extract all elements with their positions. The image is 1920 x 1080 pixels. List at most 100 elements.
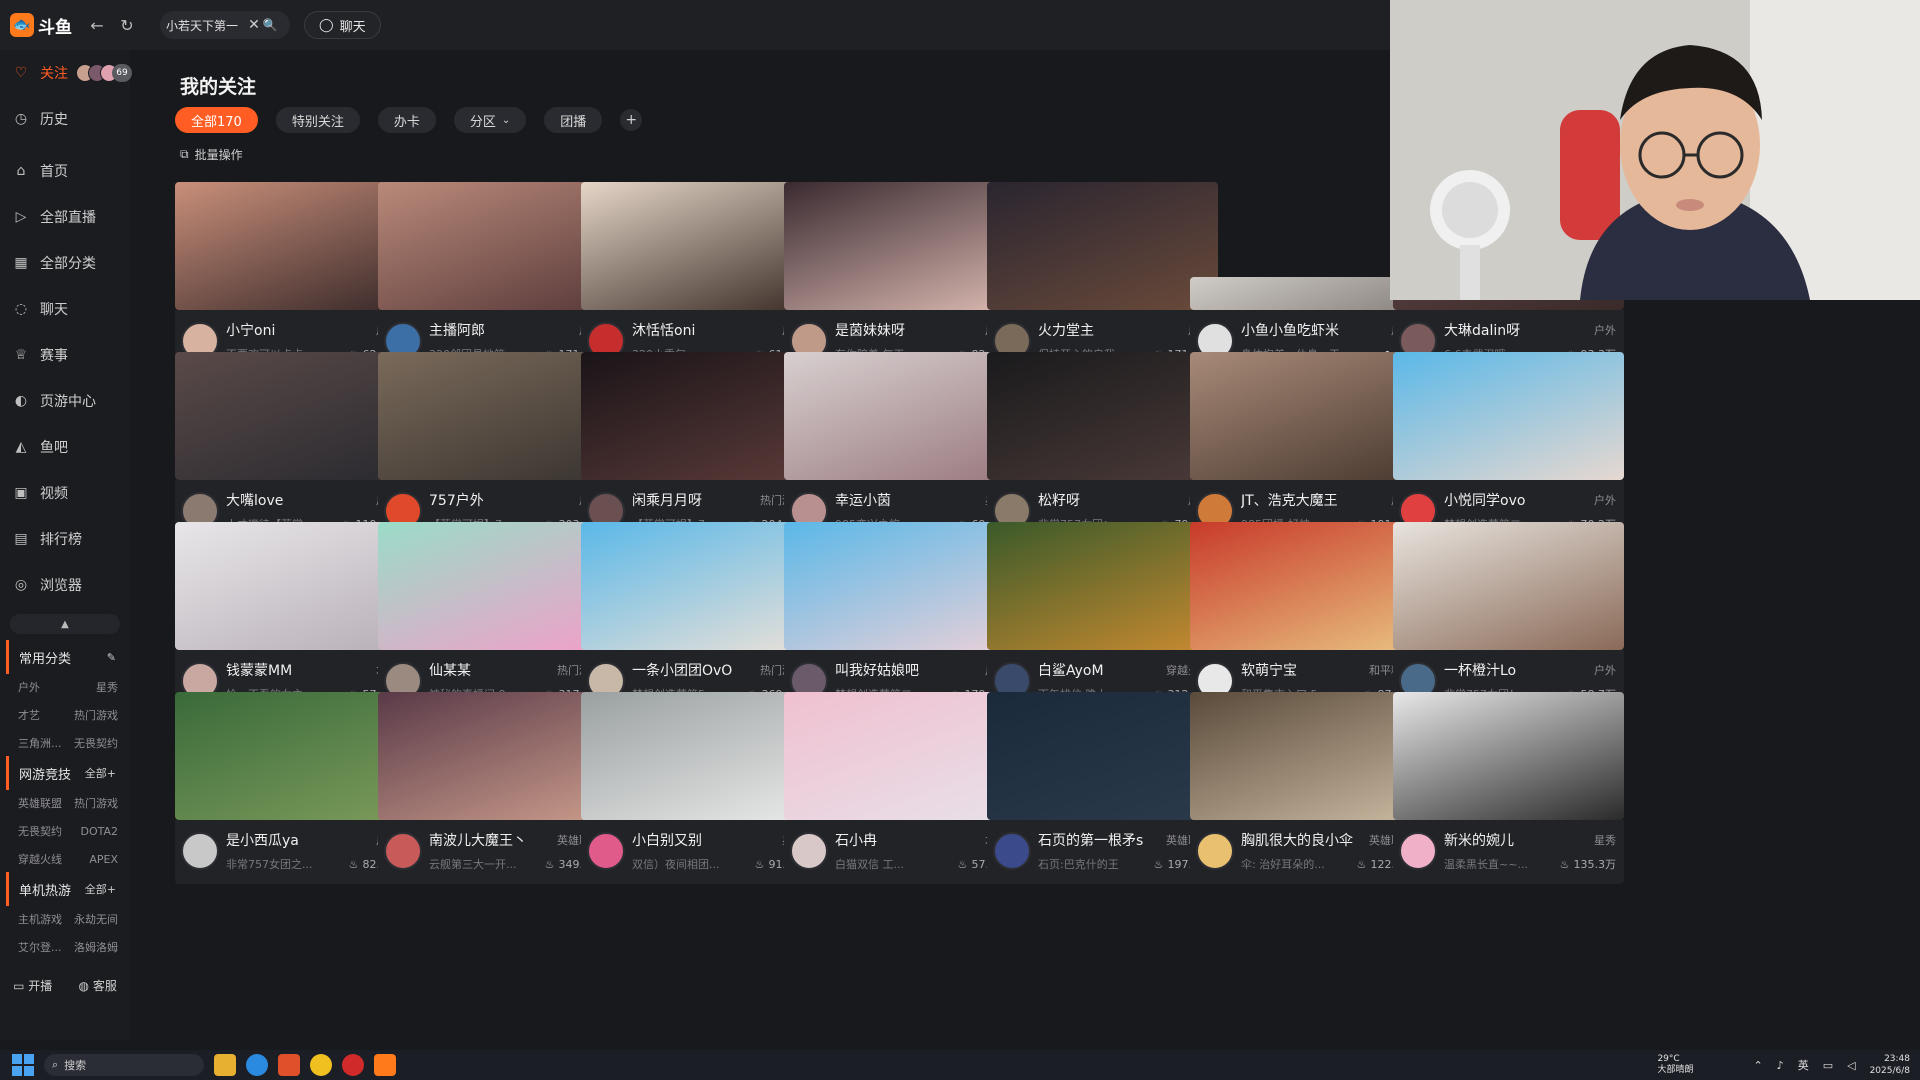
streamer-name[interactable]: 幸运小茵 <box>835 490 955 510</box>
netease-music-icon[interactable] <box>342 1054 364 1076</box>
streamer-name[interactable]: 火力堂主 <box>1038 320 1158 340</box>
app-icon[interactable] <box>278 1054 300 1076</box>
stream-thumbnail[interactable] <box>1190 277 1421 310</box>
stream-thumbnail[interactable] <box>784 692 1015 820</box>
streamer-name[interactable]: JT、浩克大魔王 <box>1241 490 1361 510</box>
stream-card[interactable]: 火力堂主户外保持开心的自我...♨171.0万 <box>987 182 1218 374</box>
category-link[interactable]: 洛姆洛姆 <box>68 934 118 960</box>
stream-thumbnail[interactable] <box>581 352 812 480</box>
batch-operation-button[interactable]: ⧉ 批量操作 <box>180 146 243 163</box>
sidebar-item-follow[interactable]: ♡ 关注 69 <box>0 50 132 96</box>
tab-all[interactable]: 全部170 <box>175 107 258 133</box>
collapse-button[interactable]: ▲ <box>10 614 120 634</box>
edge-browser-icon[interactable] <box>246 1054 268 1076</box>
stream-card[interactable]: 新米的婉儿 星秀 温柔黑长直~~... ♨ 135.3万 <box>1393 692 1624 884</box>
sidebar-item-video[interactable]: ▣ 视频 <box>0 470 130 516</box>
douyu-logo[interactable]: 🐟 斗鱼 <box>10 9 80 41</box>
customer-service-button[interactable]: ◍ 客服 <box>79 977 117 994</box>
category-link[interactable]: 热门游戏 <box>68 702 118 728</box>
avatar[interactable] <box>181 832 219 870</box>
douyu-taskbar-icon[interactable] <box>374 1054 396 1076</box>
streamer-name[interactable]: 胸肌很大的良小伞 <box>1241 830 1361 850</box>
search-icon[interactable]: 🔍 <box>262 18 278 32</box>
stream-thumbnail[interactable] <box>378 522 609 650</box>
category-link[interactable]: 英雄联盟 <box>18 790 68 816</box>
stream-thumbnail[interactable] <box>581 692 812 820</box>
streamer-name[interactable]: 小悦同学ovo <box>1444 490 1564 510</box>
streamer-name[interactable]: 757户外 <box>429 490 549 510</box>
stream-card[interactable]: 南波儿大魔王丶 英雄联盟 云舰第三大一开... ♨ 349.7万 <box>378 692 609 884</box>
stream-thumbnail[interactable] <box>1190 352 1421 480</box>
stream-card[interactable]: 石页的第一根矛s 英雄联盟 石页:巴克什的王 ♨ 197.1万 <box>987 692 1218 884</box>
input-language[interactable]: 英 <box>1798 1057 1809 1073</box>
category-link[interactable]: 三角洲... <box>18 730 68 756</box>
chevron-up-icon[interactable]: ⌃ <box>1753 1059 1762 1072</box>
volume-icon[interactable]: ◁ <box>1847 1059 1855 1072</box>
stream-thumbnail[interactable] <box>784 352 1015 480</box>
category-link[interactable]: 永劫无间 <box>68 906 118 932</box>
streamer-name[interactable]: 石页的第一根矛s <box>1038 830 1158 850</box>
stream-card[interactable]: 是小西瓜ya户外非常757女团之...♨82.9万 <box>175 692 406 884</box>
streamer-name[interactable]: 松籽呀 <box>1038 490 1158 510</box>
category-link[interactable]: 星秀 <box>68 674 118 700</box>
stream-thumbnail[interactable] <box>784 182 1015 310</box>
edit-icon[interactable]: ✎ <box>107 651 116 664</box>
streamer-name[interactable]: 大琳dalin呀 <box>1444 320 1564 340</box>
add-tab-button[interactable]: + <box>620 109 643 131</box>
sidebar-item-history[interactable]: ◷ 历史 <box>0 96 130 142</box>
stream-thumbnail[interactable] <box>1190 522 1421 650</box>
stream-card[interactable]: 松籽呀户外非常757女团：...♨79.3万 <box>987 352 1218 544</box>
windows-start-icon[interactable] <box>12 1054 34 1076</box>
sidebar-item-chat[interactable]: ◌ 聊天 <box>0 286 130 332</box>
category-link[interactable]: 艾尔登... <box>18 934 68 960</box>
avatar[interactable] <box>587 832 625 870</box>
start-stream-button[interactable]: ▭ 开播 <box>13 977 52 994</box>
microphone-icon[interactable]: ♪ <box>1777 1059 1784 1072</box>
network-icon[interactable]: ▭ <box>1823 1059 1833 1072</box>
avatar[interactable] <box>384 832 422 870</box>
streamer-name[interactable]: 白鲨AyoM <box>1038 660 1158 680</box>
stream-thumbnail[interactable] <box>784 522 1015 650</box>
sidebar-item-ranking[interactable]: ▤ 排行榜 <box>0 516 130 562</box>
stream-thumbnail[interactable] <box>581 182 812 310</box>
category-link[interactable]: 穿越火线 <box>18 846 68 872</box>
search-input[interactable] <box>166 18 246 32</box>
stream-thumbnail[interactable] <box>378 352 609 480</box>
stream-card[interactable]: 大嘴love户外人才嘴徒【菲常...♨119.4万 <box>175 352 406 544</box>
stream-card[interactable]: 石小冉才艺白猫双信 工...♨57.9万 <box>784 692 1015 884</box>
category-link[interactable]: 才艺 <box>18 702 68 728</box>
stream-card[interactable]: 钱蒙蒙MM才艺恰一不看的女主...♨57.8万 <box>175 522 406 714</box>
file-explorer-icon[interactable] <box>214 1054 236 1076</box>
sidebar-item-browser[interactable]: ◎ 浏览器 <box>0 562 130 608</box>
avatar[interactable] <box>1196 832 1234 870</box>
streamer-name[interactable]: 是茵妹妹呀 <box>835 320 955 340</box>
stream-thumbnail[interactable] <box>175 692 406 820</box>
streamer-name[interactable]: 钱蒙蒙MM <box>226 660 346 680</box>
refresh-icon[interactable]: ↻ <box>114 12 140 38</box>
avatar[interactable] <box>993 832 1031 870</box>
stream-thumbnail[interactable] <box>1393 352 1624 480</box>
back-arrow-icon[interactable]: ← <box>84 12 110 38</box>
stream-card[interactable]: 软萌宁宝和平精英和平集市入口 5...♨87.3万 <box>1190 522 1421 714</box>
stream-thumbnail[interactable] <box>987 522 1218 650</box>
stream-card[interactable]: 胸肌很大的良小伞 英雄联盟 伞: 治好耳朵的... ♨ 122.4万 <box>1190 692 1421 884</box>
online-games-more-link[interactable]: 全部+ <box>85 765 116 781</box>
streamer-name[interactable]: 一条小团团OvO <box>632 660 752 680</box>
category-link[interactable]: APEX <box>68 846 118 872</box>
sidebar-item-events[interactable]: ♕ 赛事 <box>0 332 130 378</box>
stream-thumbnail[interactable] <box>1393 692 1624 820</box>
stream-thumbnail[interactable] <box>175 182 406 310</box>
streamer-name[interactable]: 南波儿大魔王丶 <box>429 830 549 850</box>
stream-card[interactable]: 沐恬恬oni户秀320小乘包♨61.3万 <box>581 182 812 374</box>
stream-thumbnail[interactable] <box>378 182 609 310</box>
streamer-name[interactable]: 小宁oni <box>226 320 346 340</box>
sidebar-item-home[interactable]: ⌂ 首页 <box>0 148 130 194</box>
tab-group[interactable]: 团播 <box>544 107 603 133</box>
streamer-name[interactable]: 小白别又别 <box>632 830 752 850</box>
stream-card[interactable]: 主播阿郎户外320邻团县地第...♨171.6万 <box>378 182 609 374</box>
avatar[interactable] <box>1399 832 1437 870</box>
streamer-name[interactable]: 石小冉 <box>835 830 955 850</box>
stream-card[interactable]: 白鲨AyoM穿越火线下午排位 晚上...♨312.7万 <box>987 522 1218 714</box>
stream-card[interactable]: 幸运小茵星秀985恋兴之旅♨69.6万 <box>784 352 1015 544</box>
stream-card[interactable]: JT、浩克大魔王户外985团播-好神...♨191.7万 <box>1190 352 1421 544</box>
